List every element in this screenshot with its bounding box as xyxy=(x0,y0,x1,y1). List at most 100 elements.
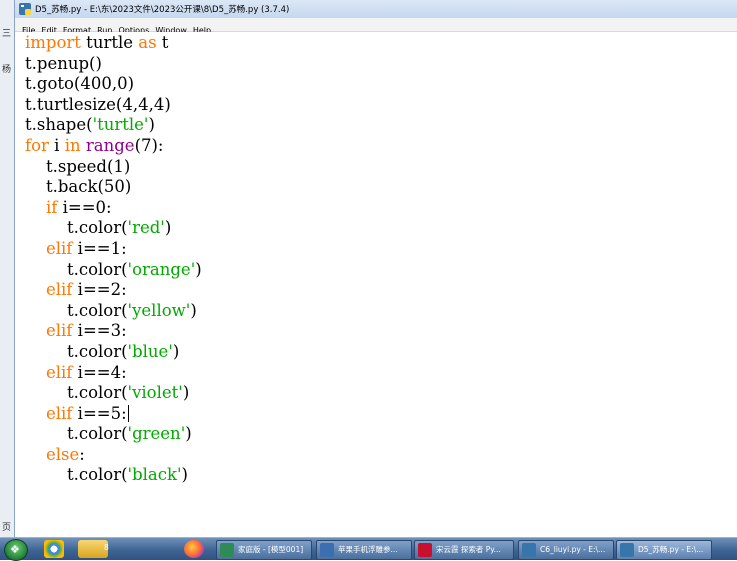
code-line[interactable]: t.goto(400,0) xyxy=(25,74,202,95)
code-token: ) xyxy=(181,465,188,485)
code-line[interactable]: t.color('yellow') xyxy=(25,301,202,322)
code-line[interactable]: t.color('red') xyxy=(25,218,202,239)
taskbar-button-label: C6_liuyi.py - E:\... xyxy=(540,545,606,554)
code-token: t.speed(1) xyxy=(25,156,131,176)
taskbar-button[interactable]: C6_liuyi.py - E:\... xyxy=(518,540,614,560)
keyword-token: elif xyxy=(45,362,73,382)
code-token: ) xyxy=(190,300,197,320)
code-editor[interactable]: import turtle as t t.penup() t.goto(400,0)… xyxy=(15,32,737,537)
string-token: 'violet' xyxy=(127,383,183,403)
taskbar-button[interactable]: 苹果手机浮雕参... xyxy=(316,540,412,560)
code-token: ) xyxy=(182,383,190,403)
code-line[interactable]: elif i==1: xyxy=(25,239,202,260)
keyword-token: else xyxy=(45,444,80,464)
string-token: 'red' xyxy=(127,218,165,238)
string-token: 'turtle' xyxy=(92,115,149,135)
code-line[interactable]: t.penup() xyxy=(25,54,202,75)
code-token: t.color( xyxy=(25,465,128,485)
python-icon xyxy=(620,543,634,557)
string-token: 'black' xyxy=(127,465,182,485)
taskbar-button[interactable]: D5_苏畅.py - E:\... xyxy=(616,540,712,560)
start-button[interactable]: ❖ xyxy=(4,539,28,561)
code-line[interactable]: elif i==5: xyxy=(25,404,202,425)
python-icon xyxy=(522,543,536,557)
code-line[interactable]: else: xyxy=(25,445,202,466)
folder-badge: 8 xyxy=(104,543,109,552)
code-token: t.color( xyxy=(25,259,128,279)
send-icon xyxy=(220,543,234,557)
code-line[interactable]: if i==0: xyxy=(25,198,202,219)
code-line[interactable]: elif i==3: xyxy=(25,321,202,342)
firefox-icon[interactable] xyxy=(184,540,204,558)
code-token: t.color( xyxy=(25,383,128,403)
menu-bar: File Edit Format Run Options Window Help xyxy=(15,18,737,35)
left-fragment: 页 xyxy=(2,523,12,533)
window-title: D5_苏畅.py - E:\东\2023文件\2023公开课\8\D5_苏畅.p… xyxy=(35,5,290,15)
code-token: t.shape( xyxy=(25,115,93,135)
code-token: : xyxy=(79,444,85,464)
code-token: t.color( xyxy=(25,218,128,238)
code-token: i==0: xyxy=(57,197,112,217)
code-token: (7): xyxy=(134,135,164,155)
code-line[interactable]: t.color('green') xyxy=(25,424,202,445)
code-token: t.color( xyxy=(25,424,128,444)
idle-editor-window: D5_苏畅.py - E:\东\2023文件\2023公开课\8\D5_苏畅.p… xyxy=(14,0,737,537)
code-token: i==2: xyxy=(72,280,127,300)
code-token: t.color( xyxy=(25,341,128,361)
keyword-token: elif xyxy=(45,321,73,341)
photo-icon xyxy=(320,543,334,557)
taskbar-button[interactable]: 家庭版 - [模型001] xyxy=(216,540,312,560)
code-token: t xyxy=(156,33,169,52)
code-line[interactable]: t.back(50) xyxy=(25,177,202,198)
code-line[interactable]: t.color('blue') xyxy=(25,342,202,363)
wps-icon xyxy=(418,543,432,557)
keyword-token: import xyxy=(25,33,81,52)
code-line[interactable]: t.color('violet') xyxy=(25,383,202,404)
code-line[interactable]: t.speed(1) xyxy=(25,157,202,178)
taskbar-button-label: 家庭版 - [模型001] xyxy=(238,545,304,554)
string-token: 'blue' xyxy=(127,341,173,361)
text-cursor xyxy=(127,404,129,422)
code-token: ) xyxy=(195,259,202,279)
code-token: i==4: xyxy=(72,362,127,382)
python-idle-icon xyxy=(19,3,31,15)
code-line[interactable]: t.color('orange') xyxy=(25,260,202,281)
taskbar-button-label: 宋云霞 探索者 Py... xyxy=(436,545,501,554)
code-line[interactable]: t.turtlesize(4,4,4) xyxy=(25,95,202,116)
title-bar[interactable]: D5_苏畅.py - E:\东\2023文件\2023公开课\8\D5_苏畅.p… xyxy=(15,0,737,19)
taskbar-button[interactable]: 宋云霞 探索者 Py... xyxy=(414,540,514,560)
string-token: 'green' xyxy=(127,424,186,444)
builtin-token: range xyxy=(85,135,135,155)
taskbar: ❖ 8 家庭版 - [模型001] 苹果手机浮雕参... 宋云霞 探索者 Py...… xyxy=(0,537,737,561)
code-line[interactable]: import turtle as t xyxy=(25,33,202,54)
code-token: i==3: xyxy=(72,321,127,341)
keyword-token: elif xyxy=(45,280,73,300)
keyword-token: as xyxy=(138,33,157,52)
code-text[interactable]: import turtle as t t.penup() t.goto(400,0)… xyxy=(25,33,202,486)
code-line[interactable]: elif i==2: xyxy=(25,280,202,301)
code-token: i==5: xyxy=(72,403,127,423)
code-line[interactable]: t.color('black') xyxy=(25,465,202,486)
code-token: t.turtlesize(4,4,4) xyxy=(25,94,171,114)
code-token: ) xyxy=(148,115,155,135)
code-token: ) xyxy=(185,424,192,444)
left-fragment: 三 xyxy=(2,29,12,39)
code-token: t.back(50) xyxy=(25,177,132,197)
code-token: ) xyxy=(164,218,172,238)
code-line[interactable]: t.shape('turtle') xyxy=(25,115,202,136)
background-window-edge: 三 杨 页 xyxy=(0,0,15,537)
code-token: t.color( xyxy=(25,300,128,320)
taskbar-button-label: 苹果手机浮雕参... xyxy=(338,545,398,554)
code-line[interactable]: elif i==4: xyxy=(25,363,202,384)
folder-icon[interactable]: 8 xyxy=(78,540,109,558)
keyword-token: for xyxy=(25,135,49,155)
chrome-icon[interactable] xyxy=(44,540,64,558)
code-line[interactable]: for i in range(7): xyxy=(25,136,202,157)
left-fragment: 杨 xyxy=(2,65,12,75)
keyword-token: in xyxy=(64,135,81,155)
